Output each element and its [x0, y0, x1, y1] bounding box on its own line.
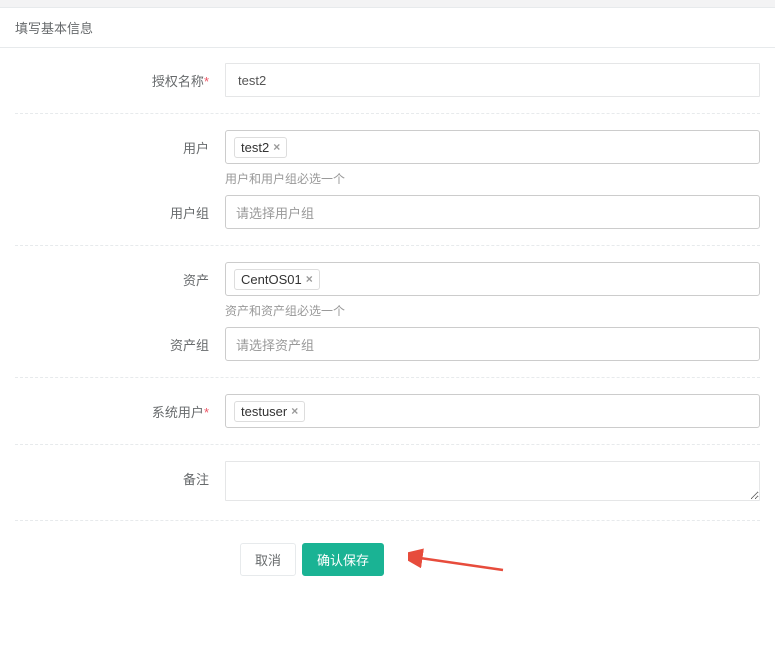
- save-button[interactable]: 确认保存: [302, 543, 384, 576]
- remark-textarea[interactable]: [225, 461, 760, 501]
- divider: [15, 245, 760, 246]
- panel-title: 填写基本信息: [0, 8, 775, 48]
- label-auth-name-text: 授权名称: [152, 74, 204, 89]
- help-user: 用户和用户组必选一个: [225, 170, 760, 187]
- asset-select[interactable]: CentOS01 ×: [225, 262, 760, 296]
- row-asset-group: 资产组 请选择资产组: [0, 327, 775, 361]
- row-asset: 资产 CentOS01 × 资产和资产组必选一个: [0, 262, 775, 319]
- top-bar: [0, 0, 775, 8]
- close-icon[interactable]: ×: [306, 272, 313, 286]
- required-star: *: [204, 74, 209, 89]
- user-tag-label: test2: [241, 140, 269, 155]
- close-icon[interactable]: ×: [291, 404, 298, 418]
- system-user-tag: testuser ×: [234, 401, 305, 422]
- arrow-icon: [408, 548, 508, 572]
- system-user-select[interactable]: testuser ×: [225, 394, 760, 428]
- label-asset: 资产: [15, 262, 225, 289]
- label-asset-group: 资产组: [15, 327, 225, 354]
- divider: [15, 377, 760, 378]
- row-remark: 备注: [0, 461, 775, 504]
- divider: [15, 520, 760, 521]
- user-select[interactable]: test2 ×: [225, 130, 760, 164]
- row-user-group: 用户组 请选择用户组: [0, 195, 775, 229]
- asset-tag-label: CentOS01: [241, 272, 302, 287]
- asset-group-select[interactable]: 请选择资产组: [225, 327, 760, 361]
- divider: [15, 444, 760, 445]
- label-auth-name: 授权名称*: [15, 63, 225, 90]
- auth-name-input[interactable]: [225, 63, 760, 97]
- form: 授权名称* 用户 test2 × 用户和用户组必选一个 用户组 请选择用户组 资…: [0, 48, 775, 591]
- required-star: *: [204, 405, 209, 420]
- row-user: 用户 test2 × 用户和用户组必选一个: [0, 130, 775, 187]
- system-user-tag-label: testuser: [241, 404, 287, 419]
- asset-tag: CentOS01 ×: [234, 269, 320, 290]
- close-icon[interactable]: ×: [273, 140, 280, 154]
- row-auth-name: 授权名称*: [0, 63, 775, 97]
- label-user-group: 用户组: [15, 195, 225, 222]
- label-remark: 备注: [15, 461, 225, 488]
- label-user: 用户: [15, 130, 225, 157]
- help-asset: 资产和资产组必选一个: [225, 302, 760, 319]
- label-system-user-text: 系统用户: [152, 405, 204, 420]
- user-tag: test2 ×: [234, 137, 287, 158]
- divider: [15, 113, 760, 114]
- button-row: 取消 确认保存: [0, 543, 775, 576]
- cancel-button[interactable]: 取消: [240, 543, 296, 576]
- row-system-user: 系统用户* testuser ×: [0, 394, 775, 428]
- label-system-user: 系统用户*: [15, 394, 225, 421]
- user-group-select[interactable]: 请选择用户组: [225, 195, 760, 229]
